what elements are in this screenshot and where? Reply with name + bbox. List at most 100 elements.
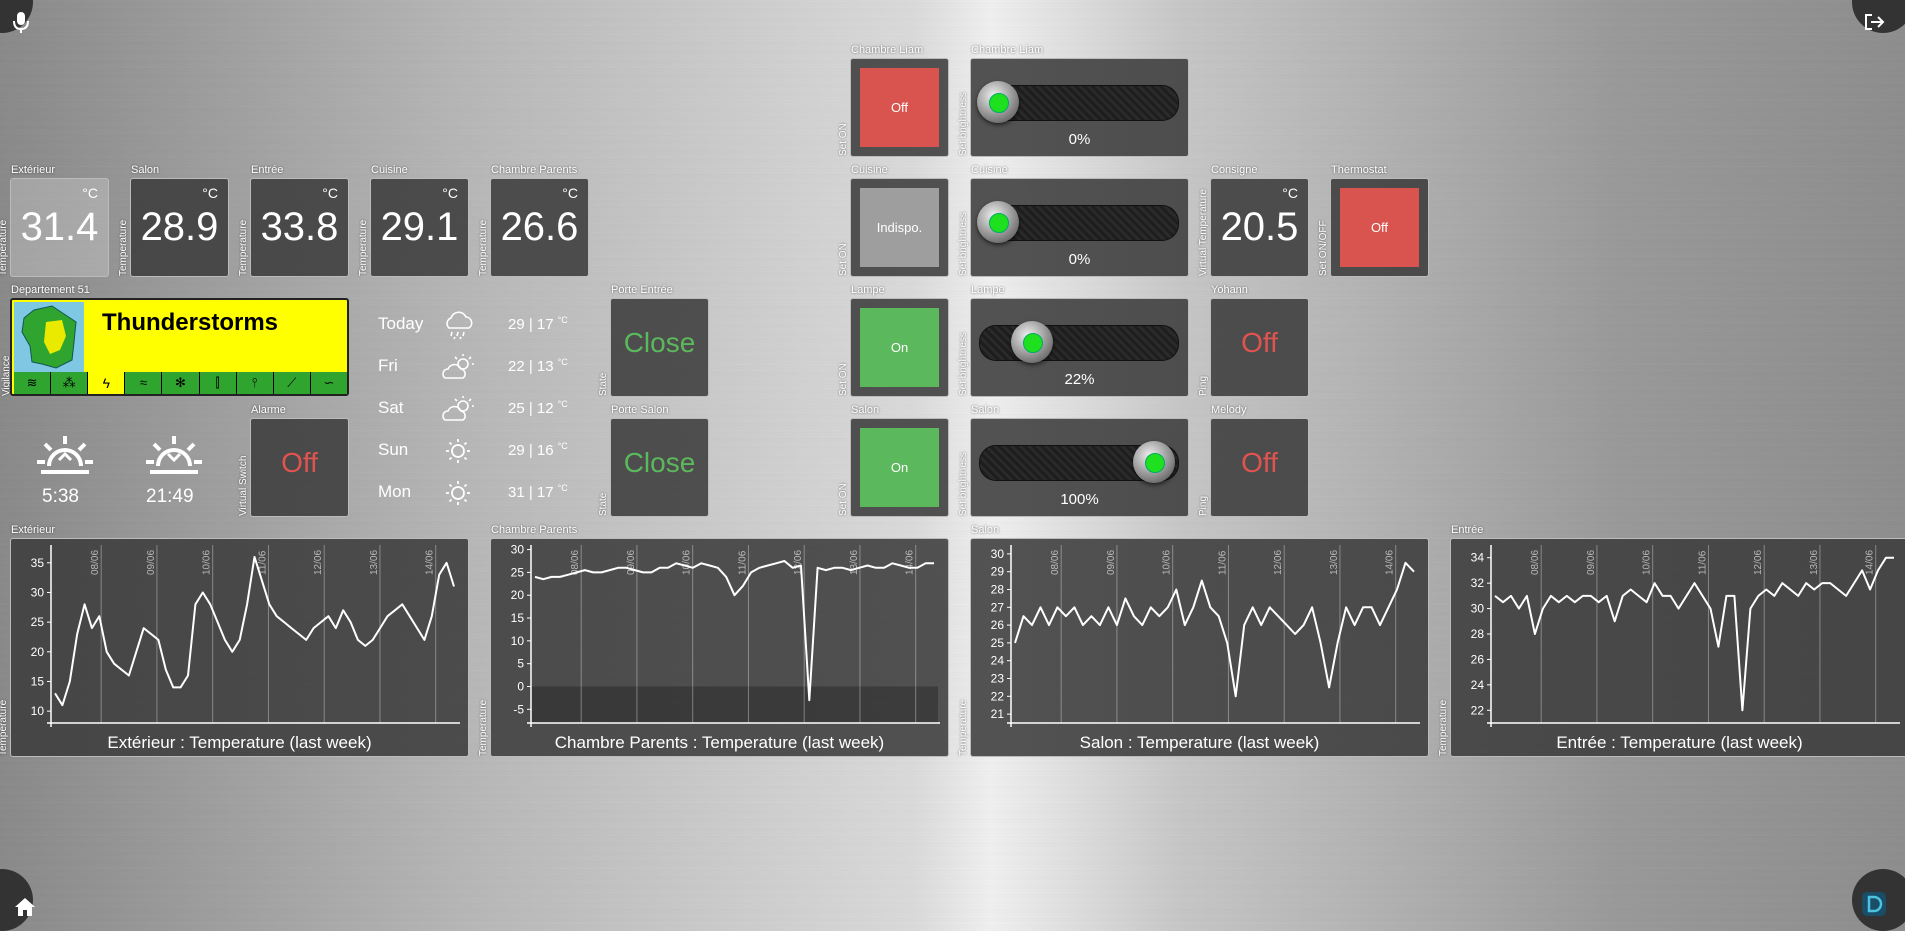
dimmer-value: 0% [1068,131,1091,148]
forecast-day: Sun [378,440,409,459]
logout-button[interactable] [1852,0,1905,33]
ping-label: Yohann [1211,284,1248,296]
mic-button[interactable] [0,0,33,33]
dimmer-value: 0% [1068,251,1091,268]
consigne-tile[interactable]: °C 20.5 [1210,178,1309,277]
chart-tile[interactable]: 08/06 09/06 10/06 11/06 12/06 13/06 14/06 21 22 2… [970,538,1429,757]
chart-x-tick-label: 11/06 [1217,550,1228,575]
temp-tile[interactable]: °C 29.1 [370,178,469,277]
chart-tile[interactable]: 08/06 09/06 10/06 11/06 12/06 13/06 14/06 -5 0 5 1… [490,538,949,757]
dimmer-value: 100% [1060,491,1099,508]
temp-side-label: Temperature [0,219,9,276]
dimmer-knob[interactable] [1011,321,1054,363]
forecast-row: Sat 25 | 12 °C [378,394,578,424]
dimmer-track[interactable] [979,325,1179,361]
chart-series-line [1014,561,1415,698]
chart-x-tick-label: 10/06 [202,550,213,575]
dimmer-side-label: Set brightness [958,92,969,156]
chart-svg: 08/06 09/06 10/06 11/06 12/06 13/06 14/06 21 22 2… [991,545,1420,727]
temp-side-label: Temperature [118,219,129,276]
switch-tile[interactable]: On [850,418,949,517]
chart-y-tick-label: 20 [511,588,525,602]
temp-tile[interactable]: °C 26.6 [490,178,589,277]
chart-x-tick-label: 12/06 [1273,550,1284,575]
switch-tile[interactable]: Off [850,58,949,157]
rain-flood-icon: ⁂ [51,372,89,394]
chart-y-tick-label: 30 [991,547,1005,561]
temp-side-label: Temperature [358,219,369,276]
switch-label: Salon [851,404,880,416]
chart-y-tick-label: 29 [991,565,1005,579]
temp-unit: °C [202,185,218,201]
flood-icon: ≈ [125,372,163,394]
dimmer-label: Lampe [971,284,1005,296]
thermostat-value: Off [1340,188,1419,267]
vigilance-tile[interactable]: Thunderstorms ≋ ⁂ ϟ ≈ ✻ ⫿ ⫯ ⟋ ∽ [10,298,349,396]
heat-icon: ⫿ [199,372,237,394]
chart-x-tick-label: 11/06 [1697,550,1708,575]
temp-unit: °C [82,185,98,201]
chart-x-tick-label: 12/06 [313,550,324,575]
switch-side-label: Set ON [838,123,849,156]
chart-x-tick-label: 10/06 [682,550,693,575]
temp-label: Extérieur [11,164,56,176]
switch-tile[interactable]: Indispo. [850,178,949,277]
chart-x-tick-label: 14/06 [425,550,436,575]
temp-label: Chambre Parents [491,164,578,176]
thermostat-switch[interactable]: Off [1330,178,1429,277]
switch-tile[interactable]: On [850,298,949,397]
consigne-unit: °C [1282,185,1298,201]
chart-y-tick-label: 34 [1471,551,1485,565]
door-side-label: State [598,492,609,516]
chart-label: Chambre Parents [491,524,578,536]
forecast-temp-value: 22 | 13 [508,358,554,375]
chart-label: Salon [971,524,1000,536]
temp-value: 29.1 [380,205,459,249]
temp-unit: °C [322,185,338,201]
dimmer-side-label: Set brightness [958,452,969,516]
chart-side-label: Temperature [1438,699,1449,756]
alarme-side-label: Virtual Switch [238,455,249,516]
sunset-time: 21:49 [146,486,194,507]
forecast-day: Mon [378,482,412,501]
chart-tile[interactable]: 08/06 09/06 10/06 11/06 12/06 13/06 14/06 10 15 2… [10,538,469,757]
sunrise-time: 5:38 [42,486,79,507]
door-tile[interactable]: Close [610,298,709,397]
forecast-temp-unit: °C [557,441,568,451]
chart-title: Entrée : Temperature (last week) [1556,733,1803,752]
dimmer-knob[interactable] [1133,441,1175,483]
forecast-temp: 25 | 12 °C [508,399,568,417]
dimmer-knob[interactable] [977,81,1019,123]
rain-cloud-icon [441,310,477,345]
forecast-day: Sat [378,398,404,417]
chart-y-tick-label: 10 [511,634,525,648]
ping-tile[interactable]: Off [1210,418,1309,517]
chart-label: Extérieur [11,524,56,536]
chart-series-line [534,560,934,702]
forecast-row: Mon 31 | 17 °C [378,478,578,508]
chart-x-tick-label: 08/06 [90,550,101,575]
wave-icon: ∽ [310,372,347,394]
chart-x-tick-label: 14/06 [1865,550,1876,575]
temp-tile[interactable]: °C 28.9 [130,178,229,277]
dimmer-knob[interactable] [977,201,1019,243]
chart-y-tick-label: 30 [511,543,525,557]
chart-tile[interactable]: 08/06 09/06 10/06 11/06 12/06 13/06 14/06 22 24 2… [1450,538,1905,757]
sun-icon [441,478,477,513]
ping-tile[interactable]: Off [1210,298,1309,397]
thermostat-side-label: Set ON/OFF [1318,220,1329,276]
consigne-label: Consigne [1211,164,1258,176]
france-map-icon [14,302,84,372]
chart-series-line [54,555,455,707]
temp-tile[interactable]: °C 31.4 [10,178,109,277]
chart-y-tick-label: 27 [991,600,1005,614]
door-tile[interactable]: Close [610,418,709,517]
alarme-switch[interactable]: Off [250,418,349,517]
temp-tile[interactable]: °C 33.8 [250,178,349,277]
chart-x-tick-label: 14/06 [1385,550,1396,575]
wind-icon: ≋ [14,372,52,394]
forecast-temp-value: 29 | 16 [508,442,554,459]
chart-x-tick-label: 12/06 [793,550,804,575]
dimmer-tile: 0% [970,178,1189,277]
chart-y-tick-label: -5 [513,702,524,716]
